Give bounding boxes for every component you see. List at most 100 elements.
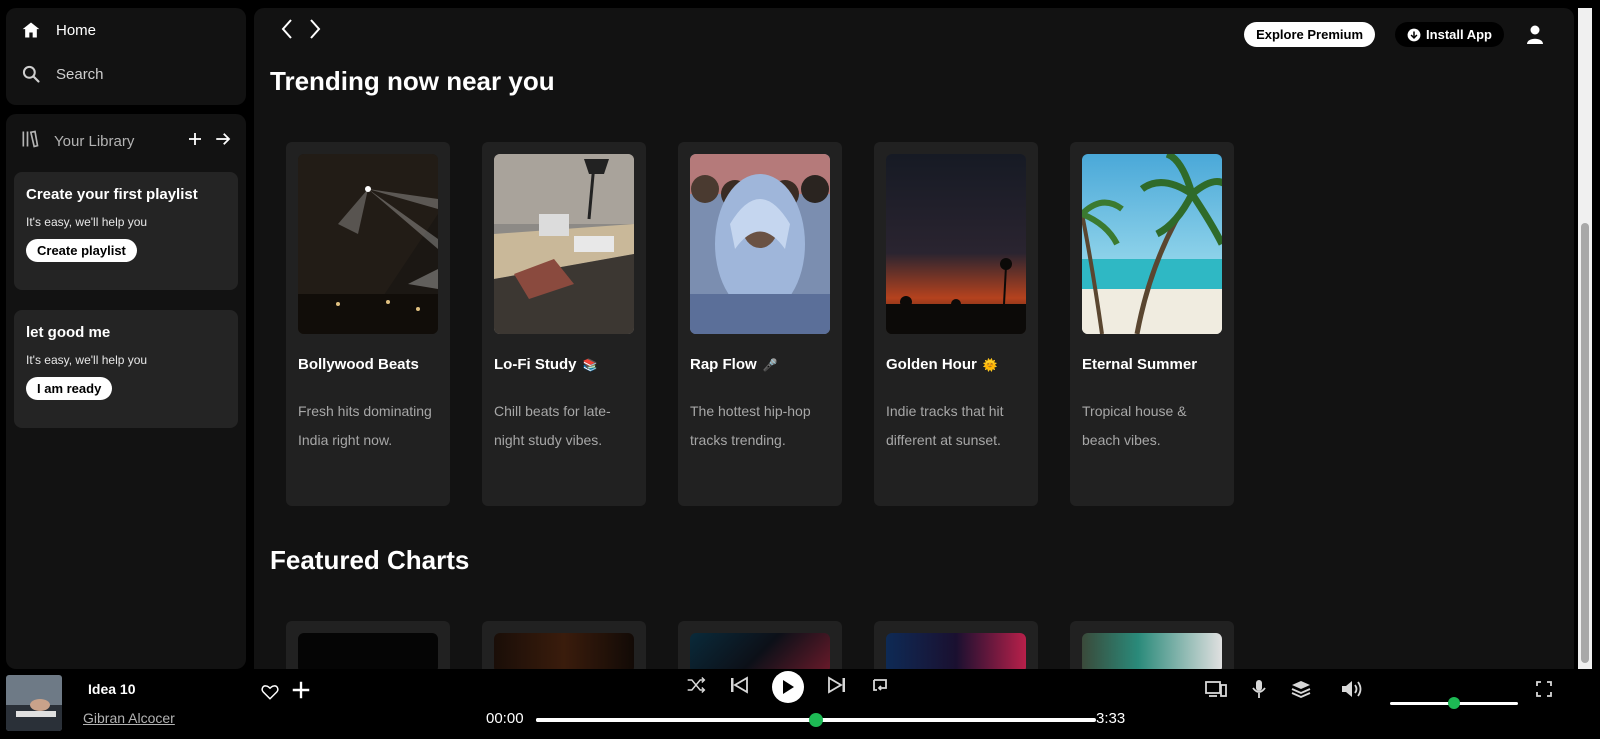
chart-cover-image [886,633,1026,669]
playlist-title-text: Eternal Summer [1082,356,1198,373]
chart-cover-image [1082,633,1222,669]
chart-cover-image [494,633,634,669]
search-icon [20,63,42,85]
playlist-cover-image [690,154,830,334]
playlist-card-description: Indie tracks that hit different at sunse… [886,403,1004,448]
queue-icon[interactable] [1291,679,1311,704]
playlist-card-description: Fresh hits dominating India right now. [298,403,432,448]
nav-home[interactable]: Home [6,8,246,52]
plus-icon[interactable] [186,130,204,152]
section-title-featured-charts: Featured Charts [270,545,470,575]
progress-bar[interactable] [536,713,1096,727]
library-card-subtitle: It's easy, we'll help you [26,353,148,367]
playlist-card-description: Chill beats for late-night study vibes. [494,403,611,448]
playlist-title-text: Lo-Fi Study [494,356,577,373]
nav-search[interactable]: Search [6,52,246,96]
microphone-icon: 🎤 [762,357,778,372]
playlist-cover-image [298,154,438,334]
library-header: Your Library [6,114,246,168]
playlist-cover-image [886,154,1026,334]
top-bar: Explore Premium Install App [254,8,1574,60]
microphone-lyrics-icon[interactable] [1251,679,1267,704]
repeat-icon[interactable] [870,676,890,699]
library-card-subtitle: It's easy, we'll help you [26,215,148,229]
create-playlist-button[interactable]: Create playlist [26,239,137,262]
explore-premium-button[interactable]: Explore Premium [1244,22,1376,47]
playlist-card-title: Rap Flow 🎤 [690,356,830,373]
chart-cover-image [298,633,438,669]
shuffle-icon[interactable] [686,676,706,699]
progress-knob[interactable] [809,713,823,727]
home-icon [20,19,42,41]
chart-card[interactable] [1070,621,1234,669]
library-card-title: Create your first playlist [26,186,198,203]
featured-charts-cards [286,621,1234,669]
now-playing-title[interactable]: Idea 10 [88,681,135,697]
playlist-card-title: Bollywood Beats [298,356,438,373]
play-icon [783,680,794,694]
volume-icon[interactable] [1341,680,1363,703]
playlist-card[interactable]: Golden Hour 🌞 Indie tracks that hit diff… [874,142,1038,506]
i-am-ready-button[interactable]: I am ready [26,377,113,400]
install-app-button[interactable]: Install App [1395,22,1504,47]
playlist-card-title: Lo-Fi Study 📚 [494,356,634,373]
nav-home-label: Home [56,21,97,39]
playlist-card[interactable]: Rap Flow 🎤 The hottest hip-hop tracks tr… [678,142,842,506]
next-track-icon[interactable] [828,675,846,699]
playback-controls [686,669,890,705]
time-elapsed: 00:00 [486,710,524,727]
player-bar: Idea 10 Gibran Alcocer 00:00 3:33 [0,669,1600,739]
playlist-title-text: Bollywood Beats [298,356,419,373]
nav-search-label: Search [56,65,104,83]
chart-card[interactable] [874,621,1038,669]
playlist-card[interactable]: Eternal Summer Tropical house & beach vi… [1070,142,1234,506]
chart-card[interactable] [286,621,450,669]
devices-icon[interactable] [1205,680,1227,703]
progress-fill [536,718,816,722]
playlist-card-title: Eternal Summer [1082,356,1222,373]
books-icon: 📚 [582,357,598,372]
playlist-title-text: Rap Flow [690,356,757,373]
previous-track-icon[interactable] [730,675,748,699]
trending-cards: Bollywood Beats Fresh hits dominating In… [286,142,1234,506]
arrow-right-icon[interactable] [214,130,232,152]
heart-icon[interactable] [261,683,279,706]
playlist-cover-image [494,154,634,334]
install-app-label: Install App [1426,27,1492,42]
main-content: Explore Premium Install App Trending now… [254,8,1574,669]
chart-card[interactable] [482,621,646,669]
library-card-create-playlist: Create your first playlist It's easy, we… [14,172,238,290]
library-icon[interactable] [20,129,40,153]
forward-arrow-icon[interactable] [304,16,326,42]
time-total: 3:33 [1096,710,1126,727]
playlist-title-text: Golden Hour [886,356,977,373]
playlist-card-description: Tropical house & beach vibes. [1082,403,1187,448]
sidebar-nav: Home Search [6,8,246,105]
fullscreen-icon[interactable] [1536,681,1552,702]
extra-controls [1205,679,1363,704]
download-icon [1407,28,1421,41]
playlist-card-title: Golden Hour 🌞 [886,356,1026,373]
volume-knob[interactable] [1448,697,1460,709]
playlist-card[interactable]: Bollywood Beats Fresh hits dominating In… [286,142,450,506]
playlist-cover-image [1082,154,1222,334]
back-arrow-icon[interactable] [276,16,298,42]
add-to-playlist-icon[interactable] [290,679,312,706]
playlist-card-description: The hottest hip-hop tracks trending. [690,403,811,448]
library-title[interactable]: Your Library [54,133,134,150]
chart-card[interactable] [678,621,842,669]
library-panel: Your Library Create your first playlist … [6,114,246,669]
library-card-let-good-me: let good me It's easy, we'll help you I … [14,310,238,428]
main-scrollbar[interactable] [1578,8,1592,669]
library-card-title: let good me [26,324,111,341]
playlist-card[interactable]: Lo-Fi Study 📚 Chill beats for late-night… [482,142,646,506]
sun-icon: 🌞 [982,357,998,372]
user-icon[interactable] [1524,24,1546,46]
now-playing-artist[interactable]: Gibran Alcocer [83,710,175,726]
now-playing-cover[interactable] [6,675,62,731]
chart-cover-image [690,633,830,669]
scrollbar-thumb[interactable] [1581,223,1589,663]
volume-slider[interactable] [1390,697,1518,709]
play-button[interactable] [772,671,804,703]
section-title-trending: Trending now near you [270,66,555,96]
